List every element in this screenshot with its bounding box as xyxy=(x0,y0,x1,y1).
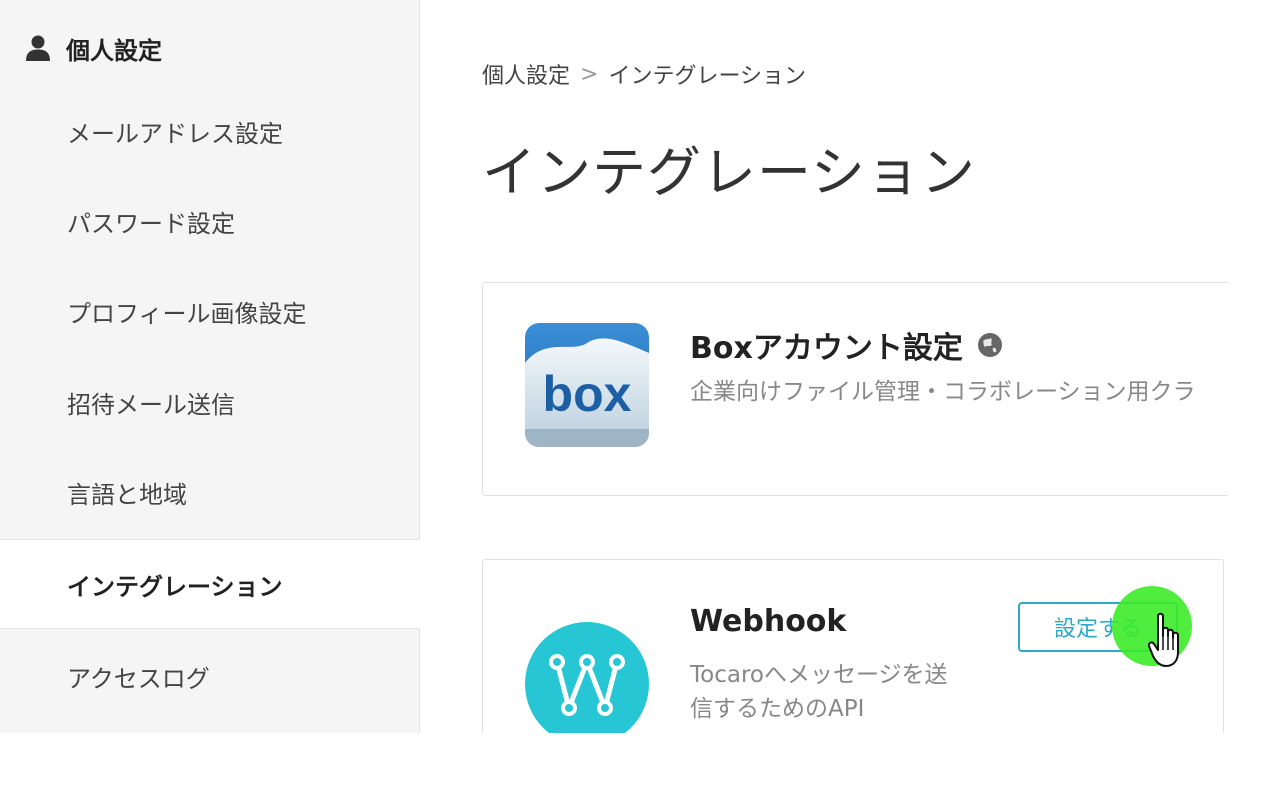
hand-cursor-icon xyxy=(1148,612,1179,667)
integration-card-webhook[interactable]: Webhook Tocaroへメッセージを送信するためのAPI 設定する xyxy=(482,559,1224,733)
sidebar-item-profile-image[interactable]: プロフィール画像設定 xyxy=(0,266,419,356)
box-card-description: 企業向けファイル管理・コラボレーション用クラ xyxy=(690,379,1196,405)
sidebar-header-label: 個人設定 xyxy=(66,36,162,65)
webhook-title-label: Webhook xyxy=(690,604,847,639)
globe-icon xyxy=(977,333,1002,357)
sidebar-item-label: インテグレーション xyxy=(67,572,283,601)
sidebar-item-label: 招待メール送信 xyxy=(67,390,235,419)
sidebar-item-integration[interactable]: インテグレーション xyxy=(0,539,420,629)
breadcrumb-separator: > xyxy=(580,61,599,87)
box-title-label: Boxアカウント設定 xyxy=(690,331,963,366)
breadcrumb-parent[interactable]: 個人設定 xyxy=(482,58,570,90)
main-content: 個人設定 > インテグレーション インテグレーション box Boxアカウント設… xyxy=(420,0,1228,733)
sidebar-item-label: プロフィール画像設定 xyxy=(67,299,307,328)
breadcrumb: 個人設定 > インテグレーション xyxy=(482,58,806,90)
webhook-card-description: Tocaroへメッセージを送信するためのAPI xyxy=(690,662,948,722)
sidebar-header: 個人設定 xyxy=(24,32,162,65)
sidebar: 個人設定 メールアドレス設定 パスワード設定 プロフィール画像設定 招待メール送… xyxy=(0,0,420,733)
webhook-icon xyxy=(525,622,649,733)
webhook-card-title: Webhook xyxy=(690,604,846,639)
integration-card-box[interactable]: box Boxアカウント設定 企業向けファイル管理・コラボレーション用クラ xyxy=(482,282,1228,496)
sidebar-item-label: メールアドレス設定 xyxy=(67,119,283,148)
breadcrumb-current: インテグレーション xyxy=(608,64,807,89)
sidebar-item-label: パスワード設定 xyxy=(67,209,235,238)
sidebar-item-access-log[interactable]: アクセスログ xyxy=(0,631,419,721)
sidebar-item-email[interactable]: メールアドレス設定 xyxy=(0,86,419,176)
box-logo: box xyxy=(525,323,649,447)
sidebar-item-language-region[interactable]: 言語と地域 xyxy=(0,447,419,537)
sidebar-item-label: 言語と地域 xyxy=(67,480,187,509)
user-icon xyxy=(26,35,50,61)
box-logo-text: box xyxy=(543,366,632,422)
box-card-title: Boxアカウント設定 xyxy=(690,323,1003,367)
sidebar-item-password[interactable]: パスワード設定 xyxy=(0,176,419,266)
sidebar-item-label: アクセスログ xyxy=(67,664,210,693)
sidebar-item-invite-email[interactable]: 招待メール送信 xyxy=(0,357,419,447)
app-viewport: 個人設定 メールアドレス設定 パスワード設定 プロフィール画像設定 招待メール送… xyxy=(0,0,1228,733)
page-title: インテグレーション xyxy=(482,141,976,204)
